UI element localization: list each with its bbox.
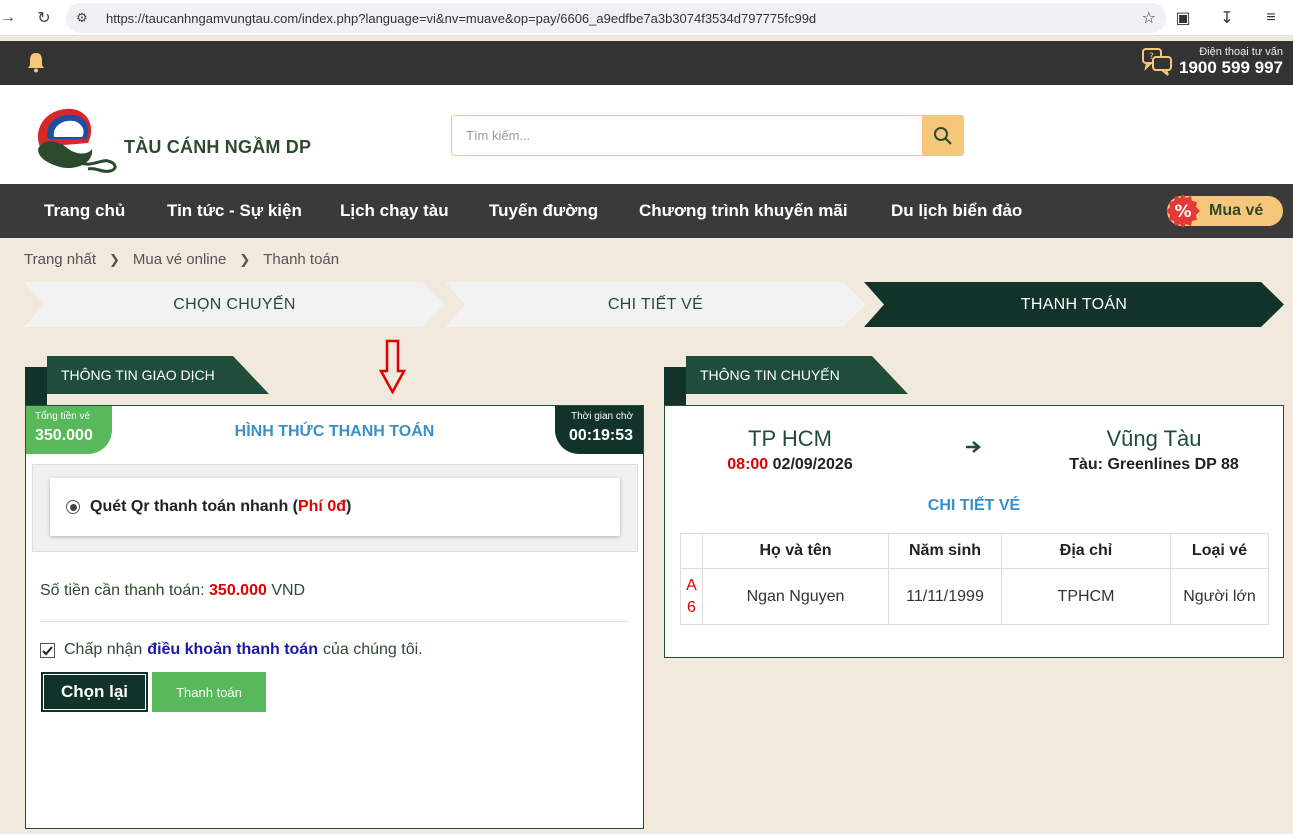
departure-date: 02/09/2026	[772, 456, 853, 473]
buy-ticket-button[interactable]: % Mua vé	[1166, 194, 1283, 228]
breadcrumb-home[interactable]: Trang nhất	[24, 251, 96, 268]
amount-due: Số tiền cần thanh toán: 350.000 VND	[40, 582, 306, 599]
col-address: Địa chỉ	[1001, 533, 1171, 569]
payment-fee: Phí 0đ	[297, 498, 346, 515]
nav-item-news[interactable]: Tin tức - Sự kiện	[167, 201, 302, 221]
payment-method-title: HÌNH THỨC THANH TOÁN	[234, 423, 435, 440]
ticket-table: Họ và tên Năm sinh Địa chỉ Loại vé A6 Ng…	[680, 533, 1269, 625]
forward-icon[interactable]: →	[0, 9, 16, 27]
trip-tab: THÔNG TIN CHUYẾN	[686, 356, 908, 394]
terms-link[interactable]: điều khoản thanh toán	[147, 641, 318, 659]
table-row: A6 Ngan Nguyen 11/11/1999 TPHCM Người lớ…	[680, 568, 1269, 625]
payment-method-label: Quét Qr thanh toán nhanh (Phí 0đ)	[90, 498, 352, 515]
divider	[40, 621, 628, 622]
tab-corner	[664, 367, 686, 407]
ticket-detail-title: CHI TIẾT VÉ	[927, 497, 1021, 514]
search-icon	[933, 126, 952, 145]
payment-method-qr[interactable]: Quét Qr thanh toán nhanh (Phí 0đ)	[50, 478, 620, 536]
arrival-city: Vũng Tàu	[1106, 426, 1202, 451]
arrow-right-icon	[966, 441, 981, 453]
trip-tab-label: THÔNG TIN CHUYẾN	[700, 367, 840, 383]
reset-button[interactable]: Chọn lại	[41, 672, 148, 712]
reload-icon[interactable]: ↻	[30, 8, 58, 28]
hotline-label: Điện thoại tư vấn	[1199, 46, 1283, 58]
step-label: CHI TIẾT VÉ	[607, 295, 704, 313]
discount-badge-icon: %	[1166, 194, 1200, 228]
breadcrumb-payment[interactable]: Thanh toán	[263, 251, 339, 268]
qr-radio[interactable]	[66, 500, 80, 514]
nav-item-promotions[interactable]: Chương trình khuyến mãi	[639, 201, 848, 221]
download-icon[interactable]: ↧	[1205, 8, 1249, 28]
total-label: Tổng tiền vé	[35, 411, 91, 422]
checkout-steps: CHỌN CHUYẾN CHI TIẾT VÉ THANH TOÁN	[24, 282, 1284, 327]
col-full-name: Họ và tên	[702, 533, 889, 569]
wait-countdown: 00:19:53	[568, 427, 633, 444]
amount-value: 350.000	[209, 582, 267, 599]
seat-code: A6	[680, 568, 703, 625]
buy-ticket-label: Mua vé	[1209, 202, 1264, 219]
departure-time: 08:00	[727, 456, 769, 473]
bell-icon[interactable]	[26, 51, 46, 73]
departure-datetime: 08:00 02/09/2026	[685, 456, 895, 474]
breadcrumb-buy-online[interactable]: Mua vé online	[133, 251, 226, 268]
pay-button[interactable]: Thanh toán	[152, 672, 266, 712]
chevron-right-icon: ❯	[239, 251, 251, 267]
hotline-number[interactable]: 1900 599 997	[1179, 58, 1283, 78]
extensions-icon[interactable]: ▣	[1161, 8, 1205, 28]
passenger-dob: 11/11/1999	[888, 568, 1002, 625]
logo-text[interactable]: TÀU CÁNH NGẦM DP	[124, 137, 311, 158]
departure-city: TP HCM	[748, 426, 832, 451]
menu-icon[interactable]: ≡	[1249, 9, 1293, 27]
chevron-right-icon: ❯	[109, 251, 120, 267]
bookmark-star-icon[interactable]: ☆	[1142, 8, 1156, 28]
url-text: https://taucanhngamvungtau.com/index.php…	[106, 10, 817, 26]
col-seat	[680, 533, 703, 569]
search-input[interactable]	[452, 116, 912, 155]
hotline[interactable]: ? Điện thoại tư vấn 1900 599 997	[1141, 46, 1283, 78]
breadcrumb: Trang nhất ❯ Mua vé online ❯ Thanh toán	[24, 251, 339, 268]
table-header-row: Họ và tên Năm sinh Địa chỉ Loại vé	[680, 533, 1269, 569]
check-icon	[42, 645, 53, 655]
wait-time-badge: Thời gian chờ 00:19:53	[555, 406, 643, 454]
col-ticket-type: Loại vé	[1170, 533, 1269, 569]
passenger-name: Ngan Nguyen	[702, 568, 889, 625]
col-birth-date: Năm sinh	[888, 533, 1002, 569]
wait-label: Thời gian chờ	[570, 411, 633, 422]
ticket-type: Người lớn	[1170, 568, 1269, 625]
main-nav: Trang chủ Tin tức - Sự kiện Lịch chạy tà…	[0, 184, 1293, 238]
payment-methods: Quét Qr thanh toán nhanh (Phí 0đ)	[32, 464, 638, 552]
search-button[interactable]	[922, 116, 963, 155]
transaction-tab-label: THÔNG TIN GIAO DỊCH	[61, 367, 215, 383]
transaction-panel: Tổng tiền vé 350.000 HÌNH THỨC THANH TOÁ…	[25, 405, 644, 829]
ship-name: Tàu: Greenlines DP 88	[1069, 456, 1239, 473]
passenger-address: TPHCM	[1001, 568, 1171, 625]
browser-toolbar: → ↻ ⚙ https://taucanhngamvungtau.com/ind…	[0, 0, 1293, 36]
trip-panel: TP HCM 08:00 02/09/2026 Vũng Tàu Tàu: Gr…	[664, 405, 1284, 658]
terms-checkbox[interactable]	[40, 642, 55, 658]
discount-badge-text: %	[1174, 202, 1191, 222]
site-header: TÀU CÁNH NGẦM DP	[0, 85, 1293, 184]
transaction-tab: THÔNG TIN GIAO DỊCH	[47, 356, 269, 394]
nav-item-routes[interactable]: Tuyến đường	[489, 201, 598, 221]
chat-support-icon: ?	[1142, 48, 1172, 76]
step-ticket-details: CHI TIẾT VÉ	[445, 282, 866, 327]
step-label: CHỌN CHUYẾN	[173, 295, 296, 313]
terms-agreement: Chấp nhận điều khoản thanh toán của chún…	[40, 641, 423, 659]
step-payment: THANH TOÁN	[864, 282, 1284, 327]
logo-icon[interactable]	[30, 97, 125, 177]
nav-item-island-tours[interactable]: Du lịch biển đảo	[891, 201, 1022, 221]
nav-item-home[interactable]: Trang chủ	[44, 201, 125, 221]
nav-item-schedule[interactable]: Lịch chạy tàu	[340, 201, 449, 221]
address-bar[interactable]: ⚙ https://taucanhngamvungtau.com/index.p…	[66, 3, 1166, 33]
svg-text:?: ?	[1149, 52, 1154, 62]
step-choose-trip: CHỌN CHUYẾN	[24, 282, 445, 327]
search-box	[451, 115, 964, 156]
step-label: THANH TOÁN	[1020, 295, 1128, 313]
tab-corner	[25, 367, 47, 407]
down-arrow-icon	[379, 339, 406, 394]
top-info-bar: ? Điện thoại tư vấn 1900 599 997	[0, 41, 1293, 85]
site-settings-icon[interactable]: ⚙	[76, 10, 98, 26]
